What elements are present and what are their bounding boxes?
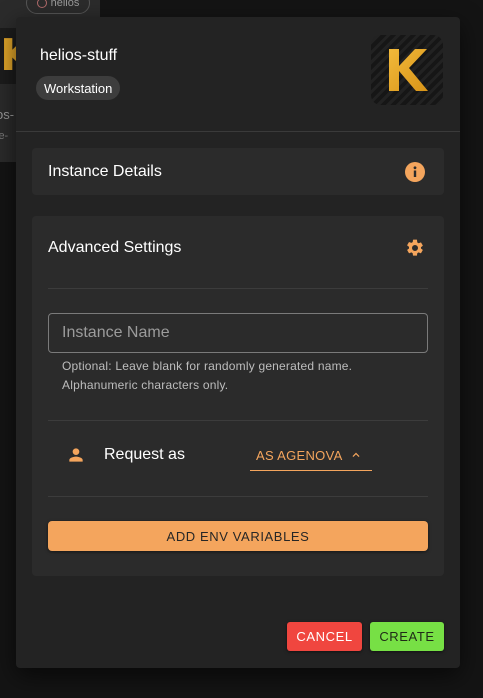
cancel-button[interactable]: CANCEL (287, 622, 362, 651)
request-as-label: Request as (104, 446, 185, 463)
advanced-divider-3 (48, 496, 428, 497)
instance-name-input[interactable] (48, 313, 428, 353)
advanced-divider-1 (48, 288, 428, 289)
header-divider (16, 131, 460, 132)
gear-icon[interactable] (405, 238, 425, 258)
request-as-select[interactable]: AS AGENOVA (250, 440, 372, 471)
instance-details-label: Instance Details (48, 163, 162, 180)
dialog-title: helios-stuff (40, 47, 118, 64)
k-logo-icon (389, 49, 428, 91)
person-icon (69, 448, 83, 462)
workstation-chip: Workstation (36, 76, 121, 100)
background-chip: helios (26, 0, 90, 14)
helios-icon (36, 0, 47, 8)
instance-name-helper: Optional: Leave blank for randomly gener… (62, 359, 353, 392)
advanced-settings-label: Advanced Settings (48, 239, 182, 256)
request-as-value: AS AGENOVA (256, 447, 343, 463)
create-instance-dialog: helios-stuff Workstation Instance Detail… (16, 17, 460, 668)
background-card-subtitle: le- (0, 130, 9, 142)
add-env-variables-button[interactable]: ADD ENV VARIABLES (48, 521, 428, 551)
advanced-settings-panel: Advanced Settings Optional: Leave blank … (32, 216, 444, 576)
info-icon[interactable] (405, 162, 425, 182)
instance-details-panel[interactable]: Instance Details (32, 148, 444, 195)
create-button[interactable]: CREATE (370, 622, 444, 651)
app-logo (371, 35, 443, 105)
background-card-title: os- (0, 107, 15, 122)
advanced-divider-2 (48, 420, 428, 421)
chevron-up-icon (352, 452, 360, 457)
